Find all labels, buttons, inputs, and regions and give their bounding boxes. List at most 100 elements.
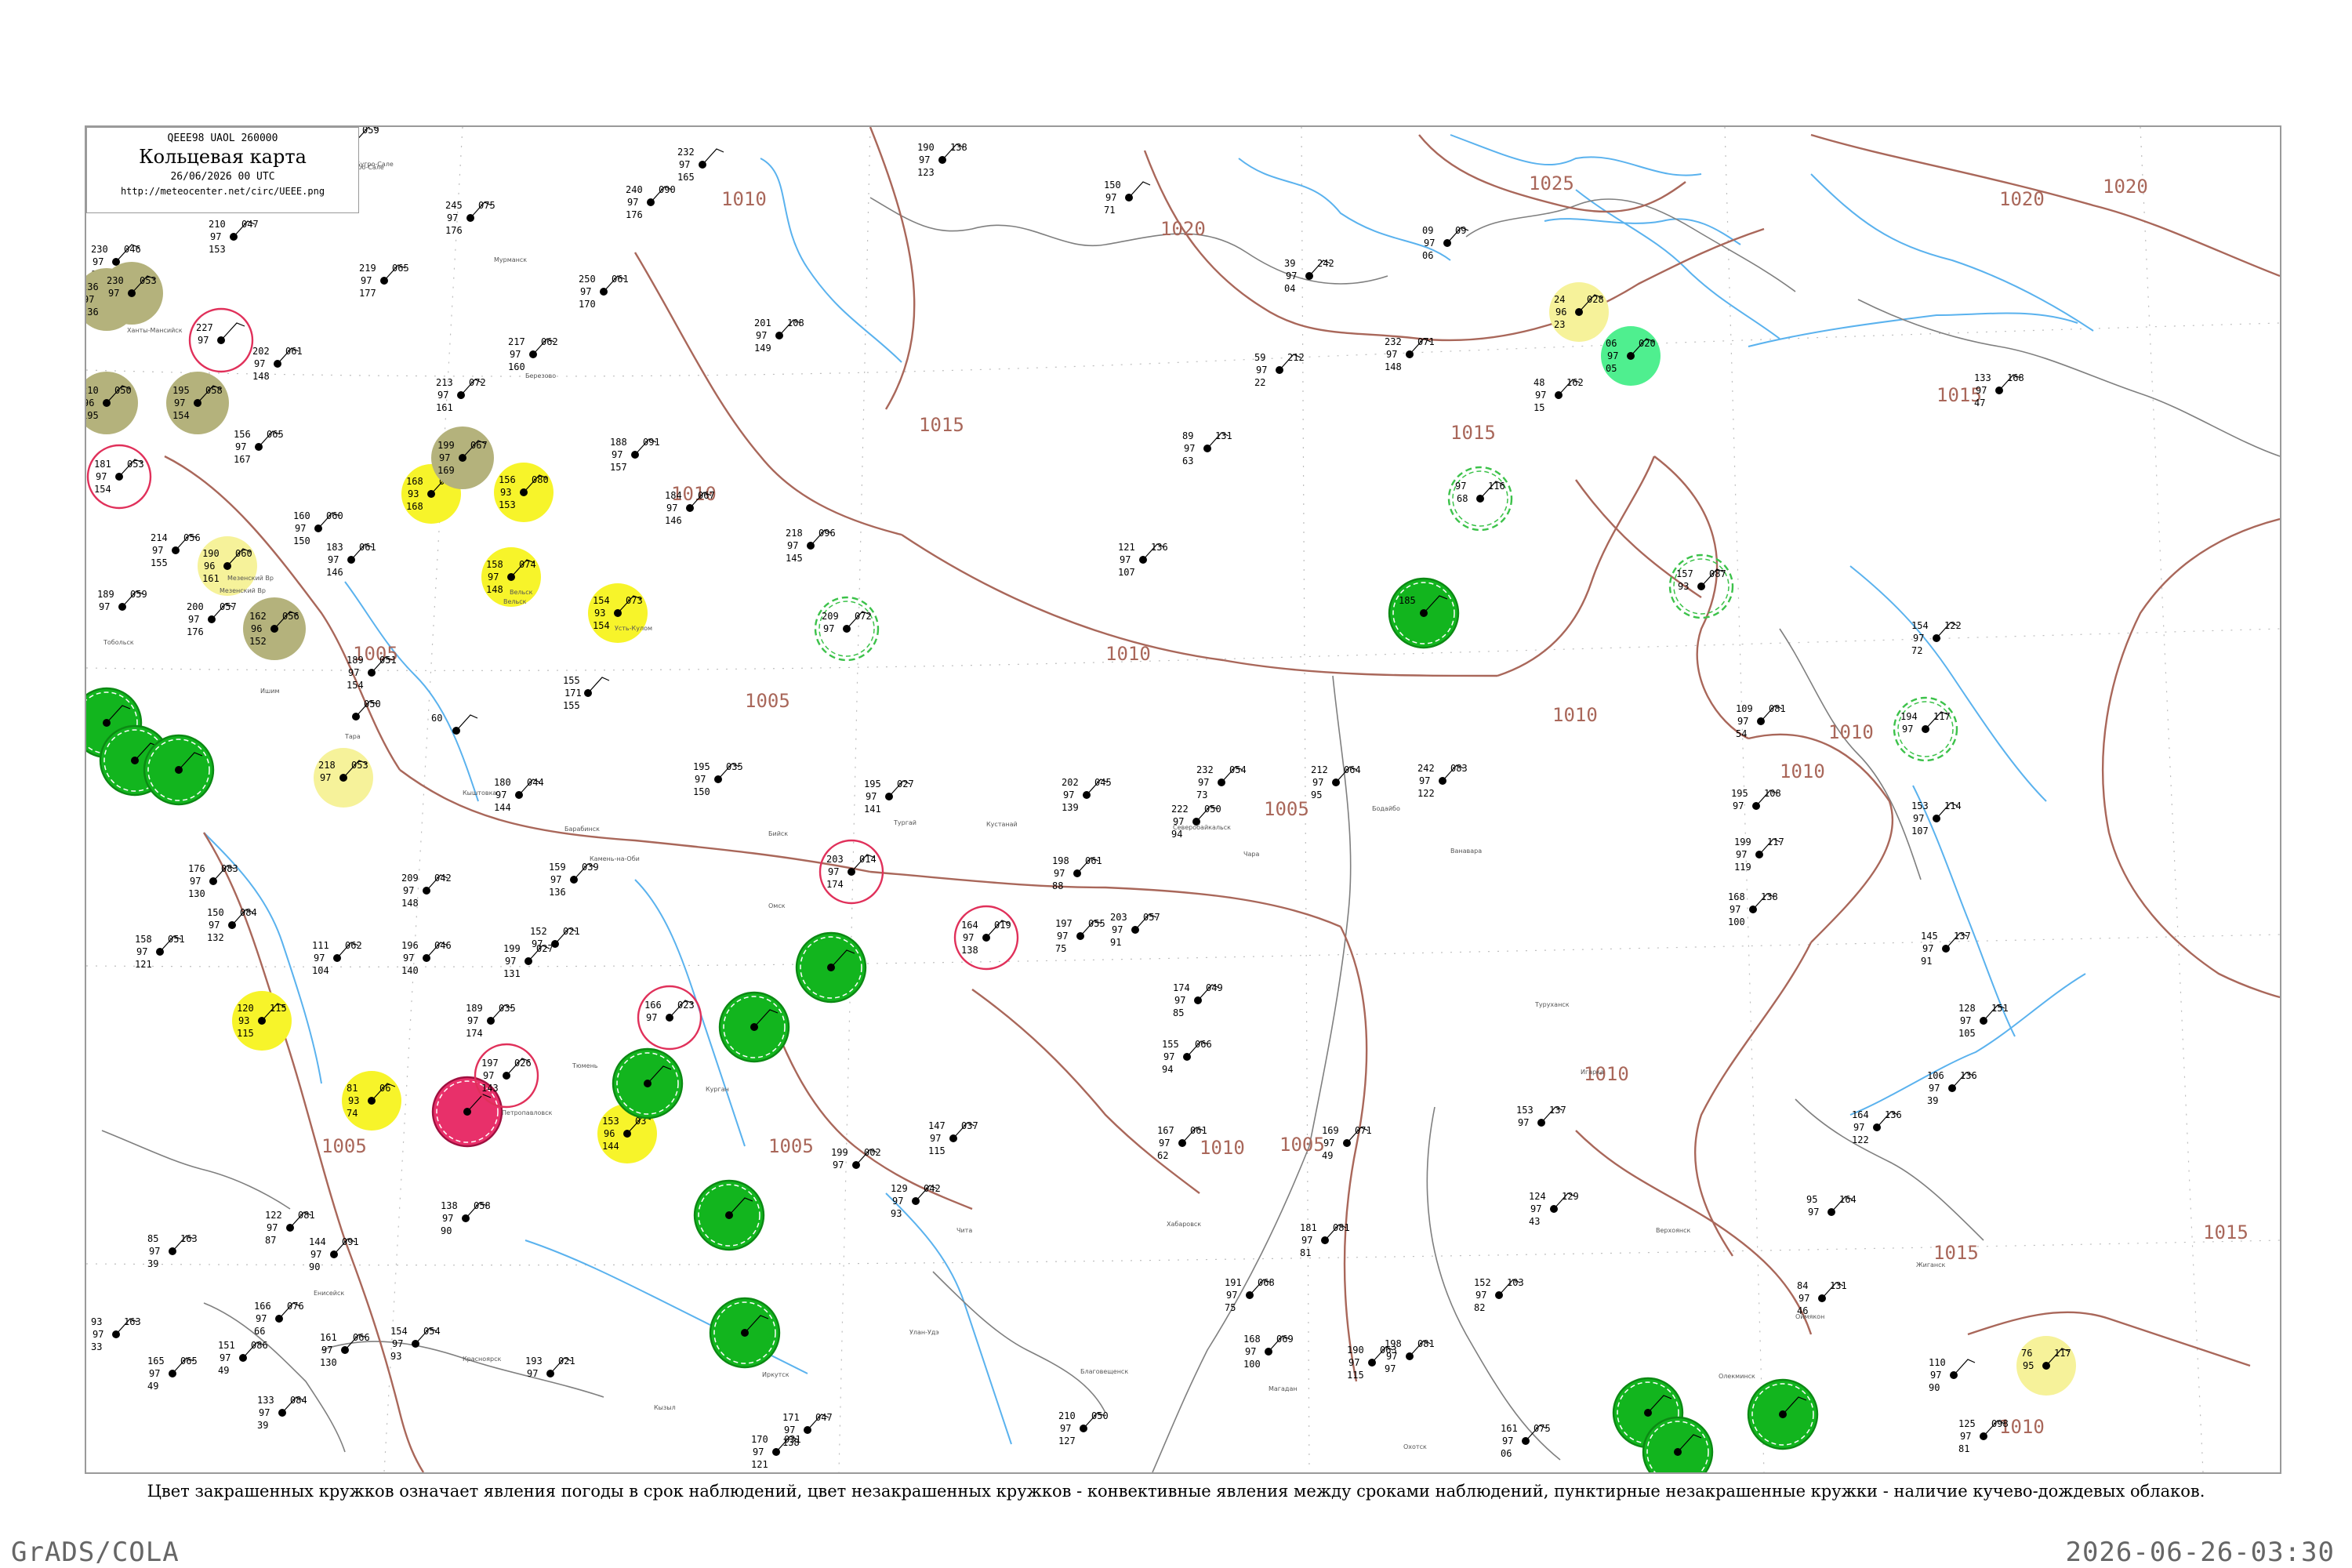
station-yellow-circle[interactable]: 115 12093 115 xyxy=(232,991,292,1051)
station-red_ring-circle[interactable]: 023 16697 xyxy=(637,985,702,1051)
station-plot[interactable]: 061 198 9788 xyxy=(1052,855,1102,891)
station-plot[interactable]: 114 153 97 107 xyxy=(1911,800,1962,837)
station-plot[interactable]: 168 133 9747 xyxy=(1974,372,2024,408)
station-green-circle[interactable] xyxy=(612,1047,684,1120)
station-plot[interactable]: 058 138 9790 xyxy=(441,1200,491,1236)
station-plot[interactable]: 054 232 9773 xyxy=(1196,764,1247,800)
station-dashed_green-circle[interactable]: 072 20997 xyxy=(814,596,880,662)
station-dashed_green-circle[interactable]: 116 9768 xyxy=(1447,466,1513,532)
station-plot[interactable]: 037 147 97115 xyxy=(928,1120,978,1156)
station-green-circle[interactable] xyxy=(143,734,215,806)
station-dashed_green-circle[interactable]: 117 194 97 xyxy=(1893,696,1958,762)
station-plot[interactable]: 110 9790 xyxy=(1929,1357,1976,1393)
station-plot[interactable]: 061 18397 146 xyxy=(326,542,376,578)
station-plot[interactable]: 0502229794 xyxy=(1171,804,1221,840)
station-plot[interactable]: 027 195 97 141 xyxy=(864,779,914,815)
station-plot[interactable]: 057 200 97176 xyxy=(187,601,237,637)
station-plot[interactable]: 049 174 9785 xyxy=(1173,982,1223,1018)
station-plot[interactable]: 061 25097 170 xyxy=(579,274,629,310)
station-olive-circle[interactable]: 053 230 97 xyxy=(100,262,163,325)
station-plot[interactable]: 081 181 9781 xyxy=(1300,1222,1350,1258)
station-plot[interactable]: 02719997131 xyxy=(503,943,554,979)
station-plot[interactable]: 062 111 97104 xyxy=(312,940,362,976)
station-green-circle[interactable] xyxy=(795,931,867,1004)
station-red_ring-circle[interactable]: 019 16497 138 xyxy=(953,905,1019,971)
station-plot[interactable]: 065 15697 167 xyxy=(234,429,284,465)
station-green-circle[interactable]: 185 xyxy=(1388,577,1460,649)
station-red_ring-circle[interactable]: 22797 xyxy=(188,307,254,373)
station-plot[interactable]: 035 18997 174 xyxy=(466,1003,516,1039)
station-pale_yellow-circle[interactable]: 060 190 96161Мезенский Вр xyxy=(198,536,266,596)
station-plot[interactable]: 042 20997 148 xyxy=(401,873,452,909)
station-olive-circle[interactable]: 067 19997 169 xyxy=(431,426,494,489)
station-plot[interactable]: 23297 165 xyxy=(677,147,724,183)
station-plot[interactable]: 0811989797 xyxy=(1385,1338,1435,1374)
station-green-circle[interactable] xyxy=(718,991,790,1063)
station-plot[interactable]: 047 21097 153 xyxy=(209,219,259,255)
station-plot[interactable]: 021 19397 xyxy=(525,1356,575,1379)
synoptic-map[interactable]: 102010251020102010101015 1015101510101010… xyxy=(86,127,2280,1472)
station-plot[interactable]: 054 15497 93 xyxy=(390,1326,441,1362)
station-yellow-circle[interactable]: 07315493154 xyxy=(588,583,648,643)
station-yellow-circle[interactable]: 06 8193 74 xyxy=(342,1071,401,1131)
station-plot[interactable]: 050 210 97 127 xyxy=(1058,1410,1109,1446)
station-plot[interactable]: 051 15897 121 xyxy=(135,934,185,970)
station-plot[interactable]: 103 152 9782 xyxy=(1474,1277,1524,1313)
station-plot[interactable]: 090 240 97176 xyxy=(626,184,676,220)
station-yellow-circle[interactable]: 080 156 93153 xyxy=(494,463,554,522)
station-olive-circle[interactable]: 050 21096 195 xyxy=(86,372,138,434)
station-plot[interactable]: 06319097115 xyxy=(1347,1345,1397,1381)
station-plot[interactable]: 108 19597 xyxy=(1731,788,1781,811)
station-mint-circle[interactable]: 020 0697 05 xyxy=(1601,326,1661,386)
station-yellow-circle[interactable]: 07415897148Вельск xyxy=(481,547,541,607)
station-plot[interactable]: 069 16897 100 xyxy=(1243,1334,1294,1370)
station-plot[interactable]: 09 09 9706 xyxy=(1422,225,1469,261)
station-plot[interactable]: 044 18097 144 xyxy=(494,777,544,813)
station-dashed_green-circle[interactable]: 087 157 93 xyxy=(1668,554,1734,619)
station-plot[interactable]: 072 213 97161 xyxy=(436,377,486,413)
station-plot[interactable]: 066 15597 94 xyxy=(1162,1039,1212,1075)
station-plot[interactable]: 002 199 97 xyxy=(831,1147,881,1171)
station-olive-circle[interactable]: 058 19597 154 xyxy=(166,372,229,434)
station-plot[interactable]: 137 14597 91 xyxy=(1921,931,1971,967)
station-plot[interactable]: 045 20297 139 xyxy=(1062,777,1112,813)
station-green-circle[interactable] xyxy=(1747,1378,1819,1450)
station-plot[interactable]: 091 144 9790 xyxy=(309,1236,359,1272)
station-plot[interactable]: 131 89 97 63 xyxy=(1182,430,1232,466)
station-plot[interactable]: 064 212 9795 xyxy=(1311,764,1361,800)
station-plot[interactable]: 084 150 97132 xyxy=(207,907,257,943)
station-plot[interactable]: 071 232 97148 xyxy=(1385,336,1435,372)
station-plot[interactable]: 137 15397 xyxy=(1516,1105,1566,1128)
station-plot[interactable]: 084 13397 39 xyxy=(257,1395,307,1431)
station-plot[interactable]: 061 20297 148 xyxy=(252,346,303,382)
station-plot[interactable]: 162 48 9715 xyxy=(1534,377,1584,413)
station-plot[interactable]: 136 12197 107 xyxy=(1118,542,1168,578)
station-plot[interactable]: 15097 71 xyxy=(1104,180,1151,216)
station-plot[interactable]: 066 161 97130 xyxy=(320,1332,370,1368)
station-plot[interactable]: 062 217 97160 xyxy=(508,336,558,372)
station-pale_yellow-circle[interactable]: 053 21897 xyxy=(314,748,373,808)
station-red_ring-circle[interactable]: 053 18197 154 xyxy=(86,444,152,510)
station-plot[interactable]: 242 3997 04 xyxy=(1284,258,1334,294)
station-green-circle[interactable] xyxy=(709,1297,781,1369)
station-plot[interactable]: 046 196 97140 xyxy=(401,940,452,976)
station-plot[interactable]: 081 12297 87 xyxy=(265,1210,315,1246)
station-green-circle[interactable] xyxy=(693,1179,765,1251)
station-pale_yellow-circle[interactable]: 028 24 9623 xyxy=(1549,282,1609,342)
station-plot[interactable]: 035 195 97150 xyxy=(693,761,743,797)
station-plot[interactable]: 138 19097 123 xyxy=(917,142,967,178)
station-plot[interactable]: 129 12497 43 xyxy=(1529,1191,1579,1227)
station-plot[interactable]: 108 201 97 149 xyxy=(754,318,804,354)
station-plot[interactable]: 057 20397 91 xyxy=(1110,912,1160,948)
station-plot[interactable]: 60 xyxy=(431,713,478,735)
station-plot[interactable]: 096 21897 145 xyxy=(786,528,836,564)
station-plot[interactable]: 068 191 9775 xyxy=(1225,1277,1275,1313)
station-plot[interactable]: 071 169 9749 xyxy=(1322,1125,1372,1161)
station-plot[interactable]: 065 21997 177 xyxy=(359,263,409,299)
station-plot[interactable]: 047 171 97138 xyxy=(782,1412,833,1448)
station-plot[interactable]: 083 24297 122 xyxy=(1417,763,1468,799)
station-plot[interactable]: 076 16697 66 xyxy=(254,1301,304,1337)
station-plot[interactable]: 155171155 xyxy=(563,675,610,711)
map-url[interactable]: http://meteocenter.net/circ/UEEE.png xyxy=(87,186,358,197)
station-plot[interactable]: 122 154 9772 xyxy=(1911,620,1962,656)
